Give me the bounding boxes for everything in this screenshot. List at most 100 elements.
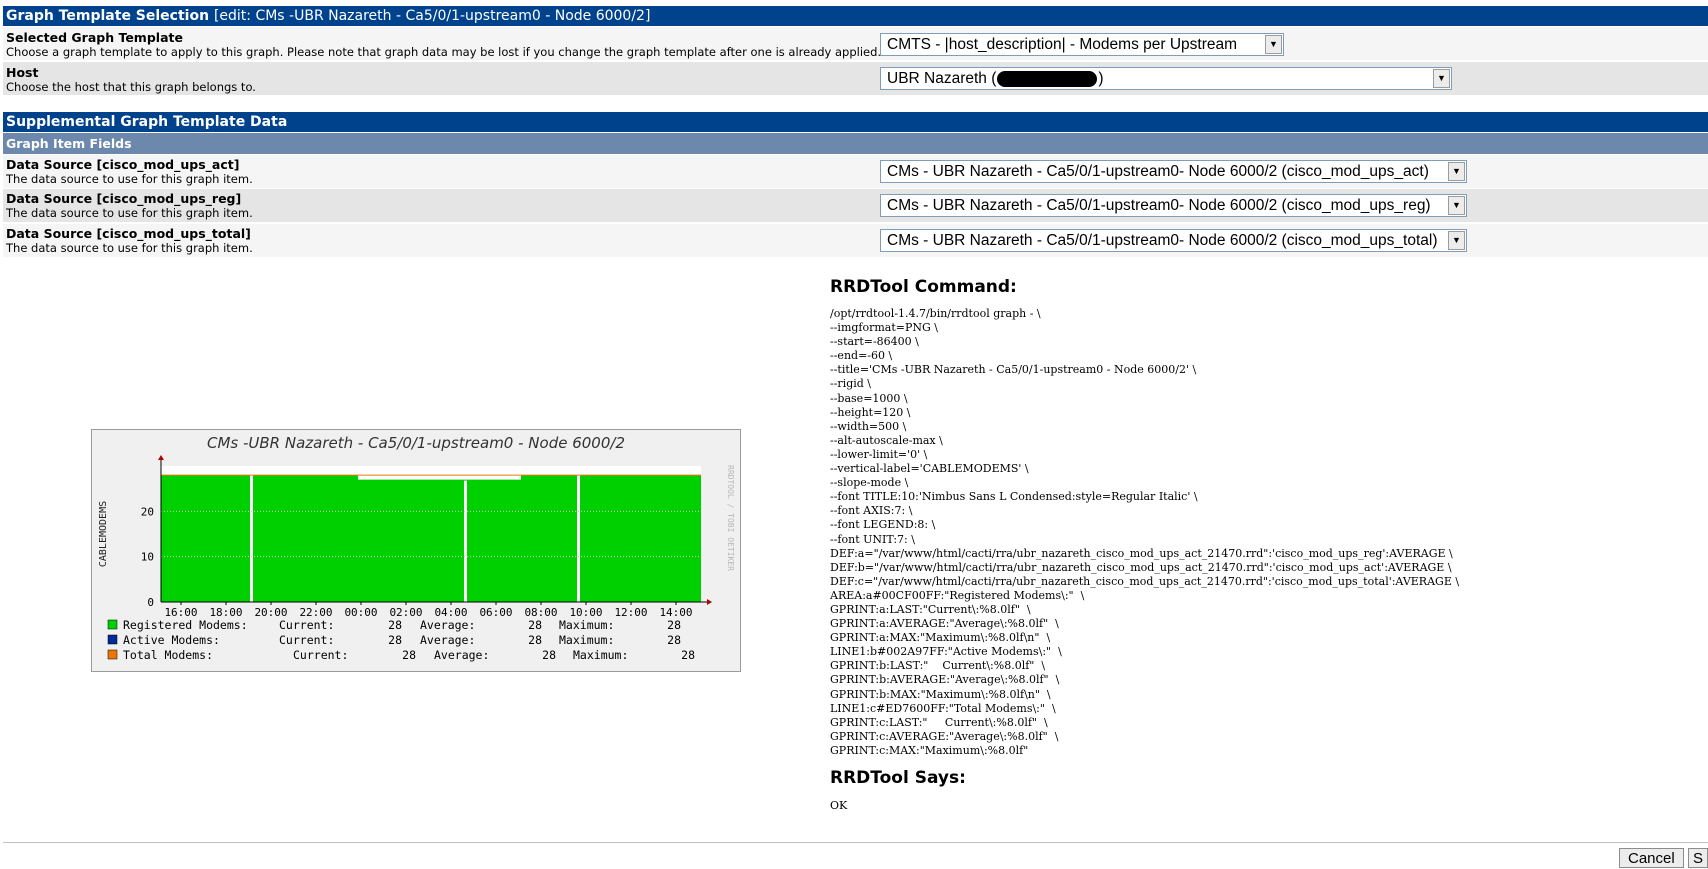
rrdtool-command-line: GPRINT:b:AVERAGE:"Average\:%8.0lf" \	[830, 673, 1060, 687]
rrdtool-command-line: --font AXIS:7: \	[830, 504, 913, 518]
rrdtool-command-line: --font LEGEND:8: \	[830, 518, 936, 532]
rrdtool-command-line: --base=1000 \	[830, 391, 908, 405]
graph-template-select-value: CMTS - |host_description| - Modems per U…	[887, 36, 1238, 53]
host-label: Host	[6, 65, 39, 80]
rrdtool-command-line: --title='CMs -UBR Nazareth - Ca5/0/1-ups…	[830, 363, 1197, 377]
legend-current-label: Current:	[279, 618, 334, 632]
rrdtool-command-line: --end=-60 \	[830, 349, 893, 363]
rrdtool-command-line: --start=-86400 \	[830, 335, 919, 349]
legend-average-label: Average:	[434, 648, 489, 662]
selected-template-row: Selected Graph Template Choose a graph t…	[3, 27, 1708, 60]
legend-maximum-label: Maximum:	[559, 633, 614, 647]
rrdtool-says-heading: RRDTool Says:	[830, 768, 966, 788]
cancel-button[interactable]: Cancel	[1619, 848, 1684, 868]
legend-current-value: 28	[388, 618, 402, 632]
rrdtool-command-line: --slope-mode \	[830, 476, 909, 490]
legend-average-value: 28	[542, 648, 556, 662]
legend-maximum-label: Maximum:	[573, 648, 628, 662]
rrdtool-command-line: --rigid \	[830, 377, 872, 391]
data-source-select-total[interactable]: CMs - UBR Nazareth - Ca5/0/1-upstream0- …	[880, 229, 1467, 252]
data-source-label: Data Source [cisco_mod_ups_reg]	[6, 191, 242, 206]
rrdtool-command-line: --width=500 \	[830, 419, 907, 433]
legend-swatch	[107, 619, 118, 630]
legend-average-value: 28	[528, 633, 542, 647]
rrdtool-command-line: --height=120 \	[830, 405, 911, 419]
chevron-down-icon[interactable]: ▼	[1433, 69, 1450, 88]
data-source-desc: The data source to use for this graph it…	[6, 172, 253, 186]
rrdtool-says-value: OK	[830, 799, 848, 812]
legend-average-label: Average:	[420, 618, 475, 632]
save-button[interactable]: S	[1688, 848, 1708, 868]
section-title: Graph Template Selection	[6, 8, 210, 24]
data-dip	[358, 475, 521, 481]
rrdtool-command-line: --vertical-label='CABLEMODEMS' \	[830, 462, 1029, 476]
rrdtool-command-line: --alt-autoscale-max \	[830, 433, 943, 447]
data-gap	[577, 474, 580, 602]
host-desc: Choose the host that this graph belongs …	[6, 80, 256, 94]
legend-series-name: Active Modems:	[123, 633, 220, 647]
selected-template-desc: Choose a graph template to apply to this…	[6, 45, 882, 59]
rrdtool-command-line: GPRINT:a:MAX:"Maximum\:%8.0lf\n" \	[830, 631, 1051, 645]
rrdtool-command-line: DEF:b="/var/www/html/cacti/rra/ubr_nazar…	[830, 560, 1452, 574]
data-gap	[250, 474, 253, 602]
rrdtool-command-line: GPRINT:c:AVERAGE:"Average\:%8.0lf" \	[830, 729, 1059, 743]
graph-item-fields-header: Graph Item Fields	[3, 133, 1708, 154]
y-tick-label: 0	[147, 596, 154, 609]
data-gap	[464, 474, 467, 602]
rrdtool-command-line: LINE1:b#002A97FF:"Active Modems\:" \	[830, 645, 1062, 659]
graph-preview: CMs -UBR Nazareth - Ca5/0/1-upstream0 - …	[91, 429, 741, 672]
data-source-desc: The data source to use for this graph it…	[6, 241, 253, 255]
data-source-select-reg[interactable]: CMs - UBR Nazareth - Ca5/0/1-upstream0- …	[880, 194, 1467, 217]
host-select-value-prefix: UBR Nazareth (	[887, 70, 997, 87]
y-axis-arrow	[158, 455, 164, 460]
legend-series-name: Registered Modems:	[123, 618, 248, 632]
data-source-desc: The data source to use for this graph it…	[6, 206, 253, 220]
legend-current-value: 28	[402, 648, 416, 662]
host-select[interactable]: UBR Nazareth () ▼	[880, 67, 1452, 90]
supplemental-section-header: Supplemental Graph Template Data	[3, 112, 1708, 132]
chevron-down-icon[interactable]: ▼	[1448, 162, 1465, 181]
series-area	[161, 475, 701, 602]
legend-maximum-value: 28	[667, 633, 681, 647]
legend-current-value: 28	[388, 633, 402, 647]
legend-average-label: Average:	[420, 633, 475, 647]
legend-current-label: Current:	[293, 648, 348, 662]
legend-average-value: 28	[528, 618, 542, 632]
data-source-select-value: CMs - UBR Nazareth - Ca5/0/1-upstream0- …	[887, 232, 1438, 249]
x-tick-label: 12:00	[614, 606, 647, 619]
chevron-down-icon[interactable]: ▼	[1448, 231, 1465, 250]
y-tick-label: 20	[141, 505, 154, 518]
rrdtool-command-line: GPRINT:a:LAST:"Current\:%8.0lf" \	[830, 602, 1031, 616]
x-axis-arrow	[707, 599, 712, 605]
section-subtitle: [edit: CMs -UBR Nazareth - Ca5/0/1-upstr…	[213, 8, 651, 24]
legend-swatch	[107, 634, 118, 645]
rrdtool-command-line: LINE1:c#ED7600FF:"Total Modems\:" \	[830, 701, 1056, 715]
chevron-down-icon[interactable]: ▼	[1265, 35, 1282, 54]
rrdtool-command-line: --lower-limit='0' \	[830, 447, 928, 461]
rrdtool-command-text: /opt/rrdtool-1.4.7/bin/rrdtool graph - \…	[830, 307, 1459, 758]
legend-current-label: Current:	[279, 633, 334, 647]
rrdtool-command-line: GPRINT:c:LAST:" Current\:%8.0lf" \	[830, 715, 1048, 729]
data-source-select-act[interactable]: CMs - UBR Nazareth - Ca5/0/1-upstream0- …	[880, 160, 1467, 183]
graph-template-select[interactable]: CMTS - |host_description| - Modems per U…	[880, 33, 1284, 56]
y-tick-label: 10	[141, 551, 154, 564]
legend-series-name: Total Modems:	[123, 648, 213, 662]
rrdtool-command-heading: RRDTool Command:	[830, 277, 1017, 297]
chevron-down-icon[interactable]: ▼	[1448, 196, 1465, 215]
data-source-select-value: CMs - UBR Nazareth - Ca5/0/1-upstream0- …	[887, 197, 1431, 214]
rrdtool-command-line: AREA:a#00CF00FF:"Registered Modems\:" \	[830, 588, 1085, 602]
data-source-label: Data Source [cisco_mod_ups_act]	[6, 157, 240, 172]
selected-template-label: Selected Graph Template	[6, 30, 183, 45]
rrdtool-command-line: /opt/rrdtool-1.4.7/bin/rrdtool graph - \	[830, 307, 1041, 320]
legend-maximum-value: 28	[681, 648, 695, 662]
data-source-select-value: CMs - UBR Nazareth - Ca5/0/1-upstream0- …	[887, 163, 1429, 180]
template-section-header: Graph Template Selection [edit: CMs -UBR…	[3, 6, 1708, 26]
data-source-label: Data Source [cisco_mod_ups_total]	[6, 226, 251, 241]
rrdtool-command-line: GPRINT:a:AVERAGE:"Average\:%8.0lf" \	[830, 617, 1059, 631]
rrdtool-command-line: GPRINT:c:MAX:"Maximum\:%8.0lf"	[830, 743, 1029, 757]
host-row: Host Choose the host that this graph bel…	[3, 62, 1708, 95]
redacted-block	[997, 70, 1098, 87]
legend-maximum-value: 28	[667, 618, 681, 632]
rrdtool-command-line: --font TITLE:10:'Nimbus Sans L Condensed…	[830, 490, 1198, 504]
legend-swatch	[107, 649, 118, 660]
